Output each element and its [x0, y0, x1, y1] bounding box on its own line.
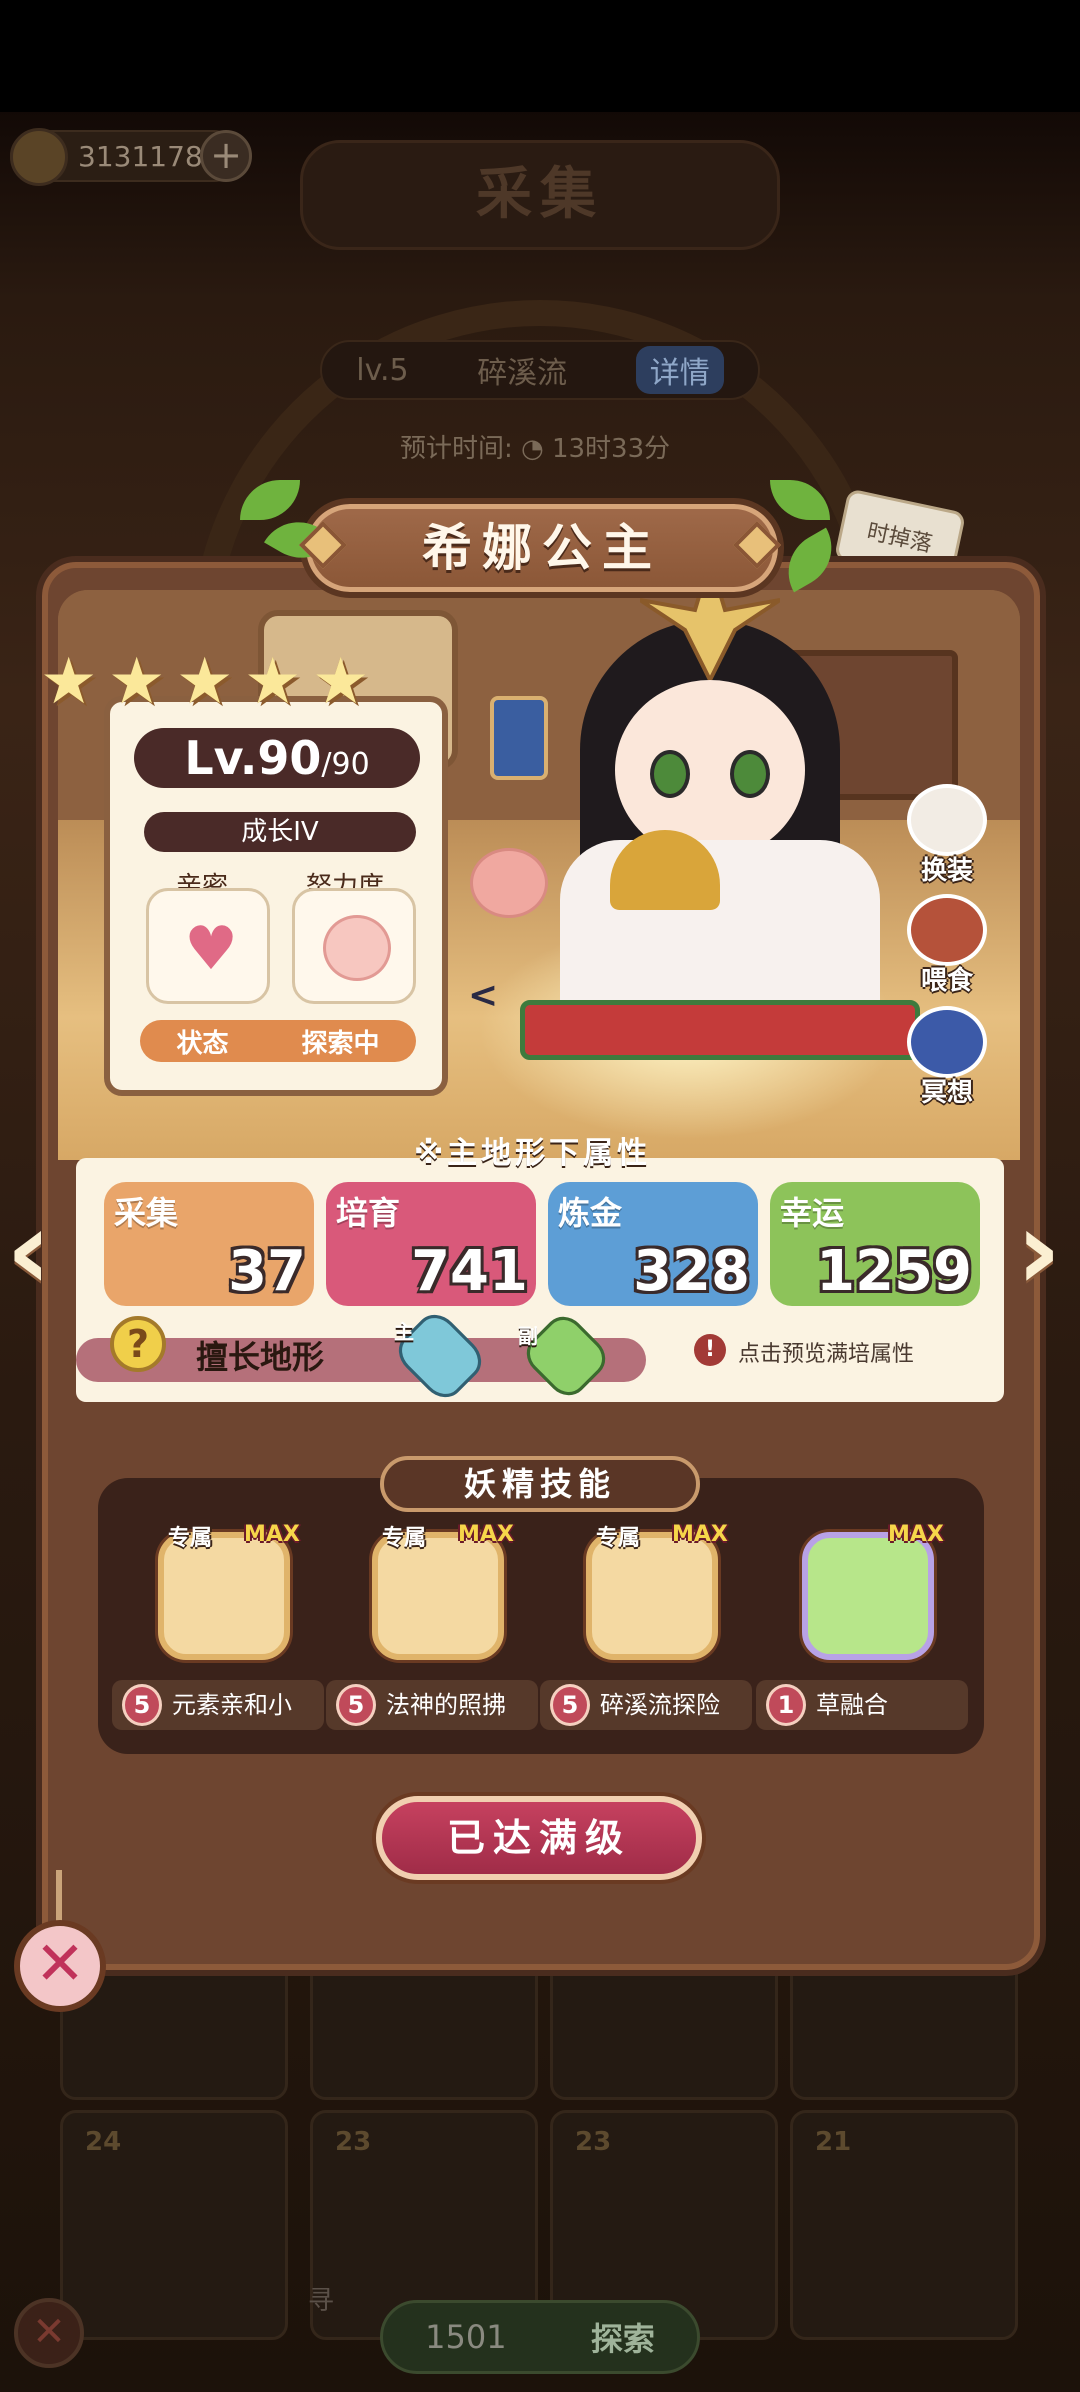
star-icon: ★: [108, 645, 166, 719]
level-value: Lv.90: [184, 731, 322, 785]
pink-puff-icon: [470, 848, 548, 918]
skill-level: 1: [766, 1684, 806, 1726]
explore-cost: 1501: [425, 2318, 507, 2356]
stat-luck: 幸运 1259: [770, 1182, 980, 1306]
effort-face-icon: [323, 915, 391, 981]
heart-icon: ♥: [184, 914, 238, 984]
stat-name: 幸运: [780, 1194, 845, 1232]
card-level: 23: [575, 2127, 612, 2157]
level-pill: Lv.90/90: [134, 728, 420, 788]
close-string: [56, 1870, 62, 1926]
skill-item[interactable]: 专属 MAX 碎溪流探险 5: [540, 1520, 752, 1736]
meditate-label: 冥想: [920, 1078, 973, 1108]
stat-value: 741: [411, 1239, 528, 1304]
collapse-chevron-icon[interactable]: <: [468, 975, 498, 1016]
preview-hint[interactable]: 点击预览满培属性: [738, 1336, 914, 1368]
next-character-arrow[interactable]: ›: [1016, 1190, 1076, 1320]
coin-icon: [10, 128, 68, 186]
effort-box[interactable]: [292, 888, 416, 1004]
stat-value: 1259: [816, 1239, 972, 1304]
add-coins-button[interactable]: +: [200, 130, 252, 182]
stat-value: 328: [633, 1239, 750, 1304]
state-bar: 状态 探索中: [140, 1020, 416, 1062]
previous-character-arrow[interactable]: ‹: [6, 1190, 66, 1320]
star-icon: ★: [312, 645, 370, 719]
level-max: /90: [321, 747, 370, 782]
skill-item[interactable]: MAX 草融合 1: [756, 1520, 968, 1736]
skill-item[interactable]: 专属 MAX 元素亲和小 5: [112, 1520, 324, 1736]
detail-button: 详情: [635, 346, 724, 394]
star-rating: ★ ★ ★ ★ ★: [40, 650, 420, 720]
meditate-button[interactable]: 冥想: [902, 1006, 992, 1109]
explore-button: 1501 探索: [380, 2300, 700, 2374]
background-card: 24: [60, 2110, 288, 2340]
dress-icon: [907, 784, 987, 856]
stat-name: 炼金: [558, 1194, 623, 1232]
sprout-skill-icon: [802, 1532, 934, 1660]
status-bar: [0, 0, 1080, 112]
skill-level: 5: [550, 1684, 590, 1726]
max-level-button[interactable]: 已达满级: [376, 1796, 702, 1880]
character-eye: [650, 750, 690, 798]
coin-amount: 3131178: [78, 139, 203, 173]
skill-level: 5: [122, 1684, 162, 1726]
explore-label: 探索: [590, 2320, 655, 2358]
card-icon[interactable]: [490, 696, 548, 780]
card-level: 21: [815, 2127, 852, 2157]
background-title: 采集: [300, 140, 780, 250]
skills-title: 妖精技能: [380, 1456, 700, 1512]
background-level: lv.5: [356, 352, 409, 388]
background-location: 碎溪流: [477, 356, 568, 391]
background-card: 21: [790, 2110, 1018, 2340]
exclusive-tag: 专属: [168, 1526, 213, 1551]
terrain-label: 擅长地形: [196, 1338, 325, 1376]
character-portrait: [520, 540, 940, 1060]
exclusive-tag: 专属: [382, 1526, 427, 1551]
character-eye: [730, 750, 770, 798]
max-tag: MAX: [672, 1522, 728, 1547]
growth-pill: 成长IV: [144, 812, 416, 852]
card-level: 24: [85, 2127, 122, 2157]
outfit-button[interactable]: 换装: [902, 784, 992, 887]
outfit-label: 换装: [920, 856, 973, 886]
stat-value: 37: [228, 1239, 306, 1304]
estimated-time: 预计时间: ◔ 13时33分: [400, 434, 671, 464]
question-icon[interactable]: ?: [110, 1316, 166, 1372]
max-tag: MAX: [244, 1522, 300, 1547]
max-tag: MAX: [888, 1522, 944, 1547]
background-location-strip: lv.5 碎溪流 详情: [320, 340, 760, 400]
warning-icon[interactable]: !: [694, 1334, 726, 1366]
stat-alchemy: 炼金 328: [548, 1182, 758, 1306]
feed-label: 喂食: [920, 966, 973, 996]
meditate-icon: [907, 1006, 987, 1078]
skill-level: 5: [336, 1684, 376, 1726]
name-plate: 希娜公主: [300, 498, 784, 598]
coin-counter: 3131178 +: [10, 128, 252, 186]
stat-nurture: 培育 741: [326, 1182, 536, 1306]
background-close-icon: ✕: [14, 2298, 84, 2368]
stat-name: 培育: [336, 1194, 401, 1232]
stat-name: 采集: [114, 1194, 179, 1232]
card-level: 23: [335, 2127, 372, 2157]
feed-button[interactable]: 喂食: [902, 894, 992, 997]
background-search-text: 寻: [308, 2286, 335, 2316]
skill-item[interactable]: 专属 MAX 法神的照拂 5: [326, 1520, 538, 1736]
star-icon: ★: [40, 645, 98, 719]
state-label: 状态: [176, 1028, 229, 1059]
state-value: 探索中: [301, 1028, 380, 1059]
meat-icon: [907, 894, 987, 966]
main-caption: 主: [394, 1320, 414, 1344]
character-name: 希娜公主: [422, 519, 662, 577]
attributes-title: ※主地形下属性: [414, 1136, 652, 1171]
star-icon: ★: [244, 645, 302, 719]
sub-caption: 副: [518, 1324, 538, 1348]
star-icon: ★: [176, 645, 234, 719]
character-cushion: [520, 1000, 920, 1060]
intimacy-box[interactable]: ♥: [146, 888, 270, 1004]
exclusive-tag: 专属: [596, 1526, 641, 1551]
close-button[interactable]: ✕: [14, 1920, 106, 2012]
stat-gather: 采集 37: [104, 1182, 314, 1306]
max-tag: MAX: [458, 1522, 514, 1547]
